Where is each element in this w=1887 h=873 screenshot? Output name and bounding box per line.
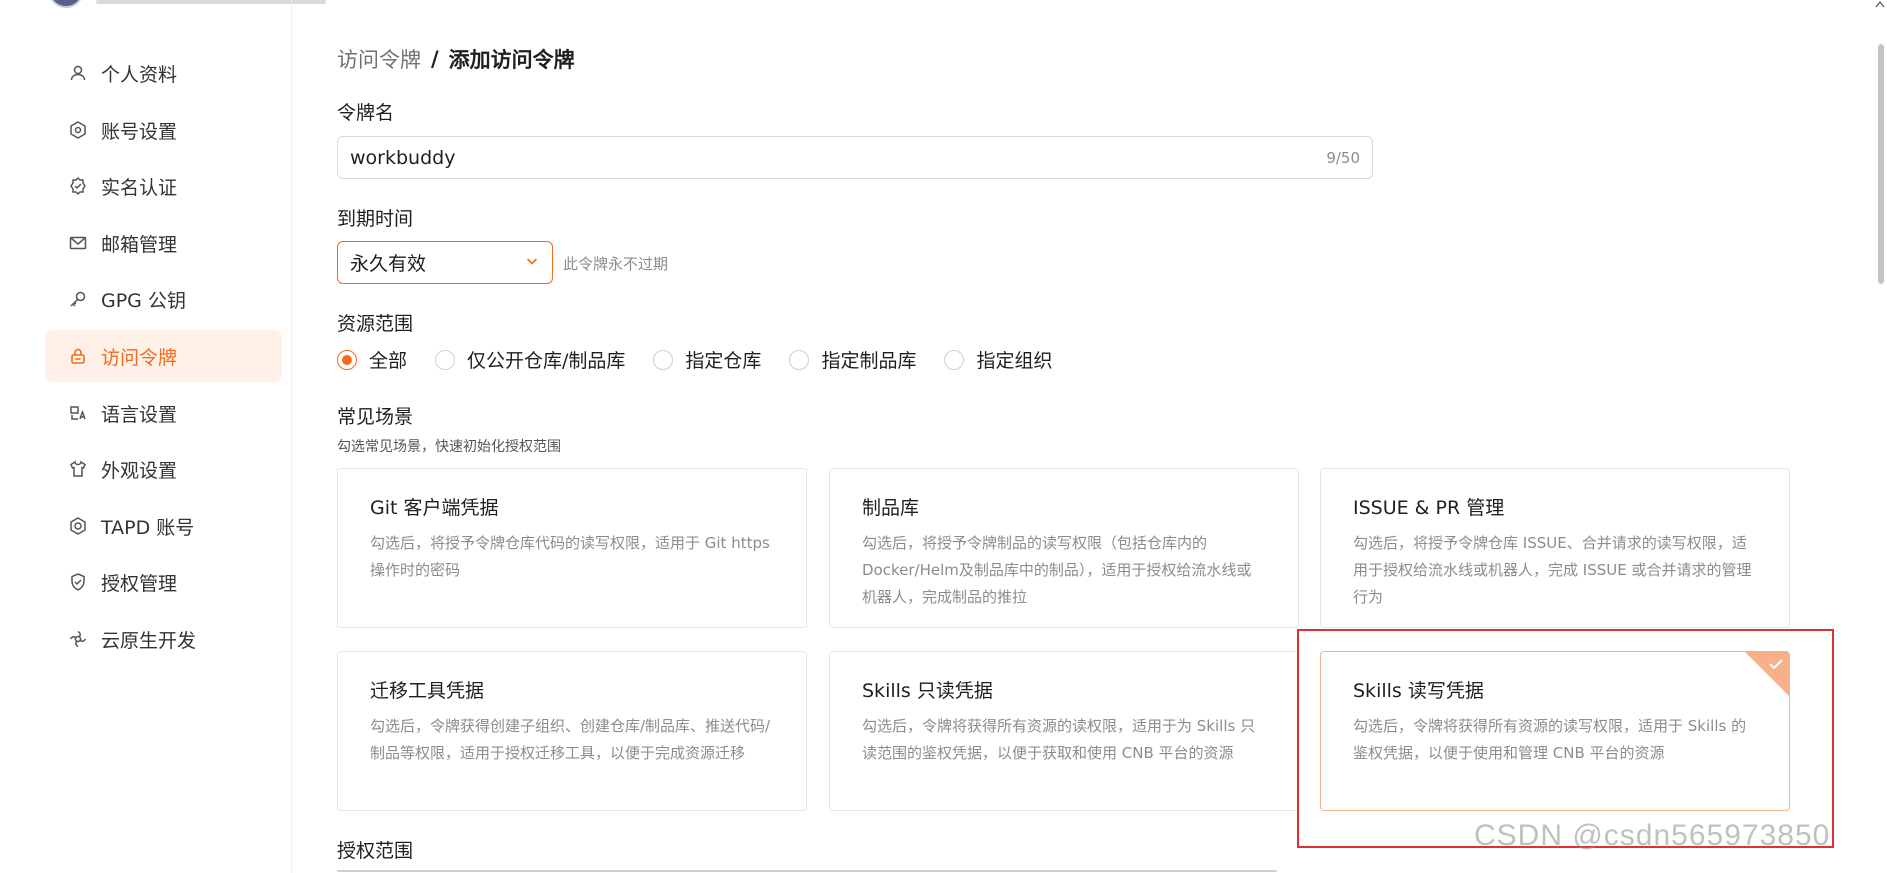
shield-check-icon bbox=[67, 571, 89, 593]
sidebar-item-appearance[interactable]: 外观设置 bbox=[45, 443, 282, 495]
radio-dot bbox=[435, 349, 456, 370]
watermark: CSDN @csdn565973850 bbox=[1474, 819, 1831, 852]
card-desc: 勾选后，令牌获得创建子组织、创建仓库/制品库、推送代码/制品等权限，适用于授权迁… bbox=[370, 717, 771, 762]
card-title: Git 客户端凭据 bbox=[370, 497, 499, 519]
scope-radio-public[interactable]: 仅公开仓库/制品库 bbox=[435, 346, 625, 373]
scene-card-skills-readwrite[interactable]: Skills 读写凭据 勾选后，令牌将获得所有资源的读写权限，适用于 Skill… bbox=[1320, 651, 1790, 811]
common-scenes-hint: 勾选常见场景，快速初始化授权范围 bbox=[337, 439, 561, 455]
scene-card-artifact[interactable]: 制品库 勾选后，将授予令牌制品的读写权限（包括仓库内的 Docker/Helm及… bbox=[829, 468, 1299, 628]
sidebar-item-tapd[interactable]: TAPD 账号 bbox=[45, 500, 282, 552]
scope-radio-org[interactable]: 指定组织 bbox=[944, 346, 1052, 373]
scrollbar-thumb[interactable] bbox=[1878, 44, 1884, 284]
token-name-input[interactable]: workbuddy 9/50 bbox=[337, 136, 1373, 179]
mail-icon bbox=[67, 232, 89, 254]
card-desc: 勾选后，令牌将获得所有资源的读权限，适用于为 Skills 只读范围的鉴权凭据，… bbox=[862, 717, 1256, 762]
radio-label: 指定制品库 bbox=[821, 350, 917, 372]
scope-radio-artifact[interactable]: 指定制品库 bbox=[789, 346, 916, 373]
token-name-value: workbuddy bbox=[350, 146, 456, 169]
sidebar-item-label: 授权管理 bbox=[101, 572, 178, 595]
card-desc: 勾选后，将授予令牌仓库代码的读写权限，适用于 Git https 操作时的密码 bbox=[370, 534, 770, 579]
sidebar-item-label: 外观设置 bbox=[101, 459, 178, 482]
radio-label: 指定仓库 bbox=[685, 350, 762, 372]
breadcrumb: 访问令牌 / 添加访问令牌 bbox=[337, 44, 575, 74]
sidebar-item-label: TAPD 账号 bbox=[101, 516, 195, 539]
page-title: 添加访问令牌 bbox=[448, 48, 575, 72]
card-desc: 勾选后，将授予令牌仓库 ISSUE、合并请求的读写权限，适用于授权给流水线或机器… bbox=[1353, 534, 1752, 606]
expire-label: 到期时间 bbox=[337, 208, 414, 230]
sidebar-item-label: 云原生开发 bbox=[101, 629, 197, 652]
card-desc: 勾选后，令牌将获得所有资源的读写权限，适用于 Skills 的鉴权凭据，以便于使… bbox=[1353, 717, 1747, 762]
verified-badge-icon bbox=[67, 175, 89, 197]
card-title: 迁移工具凭据 bbox=[370, 680, 485, 702]
card-title: Skills 读写凭据 bbox=[1353, 680, 1484, 702]
common-scenes-label: 常见场景 bbox=[337, 406, 414, 428]
check-icon bbox=[1769, 659, 1783, 670]
sidebar-item-label: 实名认证 bbox=[101, 176, 178, 199]
card-title: ISSUE & PR 管理 bbox=[1353, 497, 1505, 519]
settings-sidebar: 个人资料 账号设置 实名认证 邮箱管理 GPG 公钥 访问令牌 语言设置 外观设… bbox=[0, 0, 292, 873]
expire-select-value: 永久有效 bbox=[350, 253, 427, 275]
sidebar-item-label: GPG 公钥 bbox=[101, 289, 186, 312]
sidebar-item-email[interactable]: 邮箱管理 bbox=[45, 217, 282, 269]
sidebar-item-label: 访问令牌 bbox=[101, 346, 178, 369]
char-counter: 9/50 bbox=[1326, 148, 1360, 167]
sidebar-item-real-name[interactable]: 实名认证 bbox=[45, 160, 282, 212]
sidebar-item-label: 语言设置 bbox=[101, 403, 178, 426]
token-name-label: 令牌名 bbox=[337, 102, 395, 124]
expire-hint: 此令牌永不过期 bbox=[563, 255, 669, 273]
sidebar-item-cloud-native[interactable]: 云原生开发 bbox=[45, 613, 282, 665]
app-root: 个人资料 账号设置 实名认证 邮箱管理 GPG 公钥 访问令牌 语言设置 外观设… bbox=[0, 0, 1887, 873]
auth-scope-label: 授权范围 bbox=[337, 840, 414, 862]
radio-dot bbox=[337, 349, 357, 370]
scene-card-issue-pr[interactable]: ISSUE & PR 管理 勾选后，将授予令牌仓库 ISSUE、合并请求的读写权… bbox=[1320, 468, 1790, 628]
sidebar-item-label: 邮箱管理 bbox=[101, 233, 178, 256]
translate-icon bbox=[67, 402, 89, 424]
resource-scope-label: 资源范围 bbox=[337, 313, 414, 335]
breadcrumb-separator: / bbox=[431, 47, 439, 71]
sidebar-item-label: 个人资料 bbox=[101, 63, 178, 86]
hexagon-icon bbox=[67, 515, 89, 537]
sidebar-item-gpg[interactable]: GPG 公钥 bbox=[45, 273, 282, 325]
breadcrumb-parent[interactable]: 访问令牌 bbox=[337, 44, 421, 74]
sidebar-item-access-tokens[interactable]: 访问令牌 bbox=[45, 330, 282, 382]
gear-icon bbox=[67, 119, 89, 141]
scope-radio-all[interactable]: 全部 bbox=[337, 346, 407, 373]
radio-dot bbox=[944, 349, 965, 370]
sidebar-item-profile[interactable]: 个人资料 bbox=[45, 47, 282, 99]
expire-select[interactable]: 永久有效 bbox=[337, 241, 553, 284]
radio-label: 全部 bbox=[369, 350, 408, 372]
card-title: 制品库 bbox=[862, 497, 920, 519]
sidebar-item-authorization[interactable]: 授权管理 bbox=[45, 556, 282, 608]
sidebar-item-account-settings[interactable]: 账号设置 bbox=[45, 104, 282, 156]
radio-label: 仅公开仓库/制品库 bbox=[467, 350, 626, 372]
scene-card-git[interactable]: Git 客户端凭据 勾选后，将授予令牌仓库代码的读写权限，适用于 Git htt… bbox=[337, 468, 807, 628]
lock-icon bbox=[67, 345, 89, 367]
scope-radio-repo[interactable]: 指定仓库 bbox=[653, 346, 761, 373]
scroll-up-icon[interactable] bbox=[1875, 0, 1885, 8]
key-icon bbox=[67, 288, 89, 310]
page-scrollbar[interactable] bbox=[1875, 0, 1887, 873]
cloud-dev-icon bbox=[67, 628, 89, 650]
resource-scope-radio-group: 全部 仅公开仓库/制品库 指定仓库 指定制品库 指定组织 bbox=[337, 346, 1080, 373]
radio-label: 指定组织 bbox=[976, 350, 1053, 372]
chevron-down-icon bbox=[524, 252, 540, 274]
auth-scope-hint-cut bbox=[337, 866, 1277, 873]
user-icon bbox=[67, 62, 89, 84]
scene-card-skills-readonly[interactable]: Skills 只读凭据 勾选后，令牌将获得所有资源的读权限，适用于为 Skill… bbox=[829, 651, 1299, 811]
card-desc: 勾选后，将授予令牌制品的读写权限（包括仓库内的 Docker/Helm及制品库中… bbox=[862, 534, 1252, 606]
scene-card-migration[interactable]: 迁移工具凭据 勾选后，令牌获得创建子组织、创建仓库/制品库、推送代码/制品等权限… bbox=[337, 651, 807, 811]
sidebar-item-language[interactable]: 语言设置 bbox=[45, 387, 282, 439]
sidebar-item-label: 账号设置 bbox=[101, 120, 178, 143]
radio-dot bbox=[653, 349, 674, 370]
radio-dot bbox=[789, 349, 810, 370]
shirt-icon bbox=[67, 458, 89, 480]
card-title: Skills 只读凭据 bbox=[862, 680, 993, 702]
